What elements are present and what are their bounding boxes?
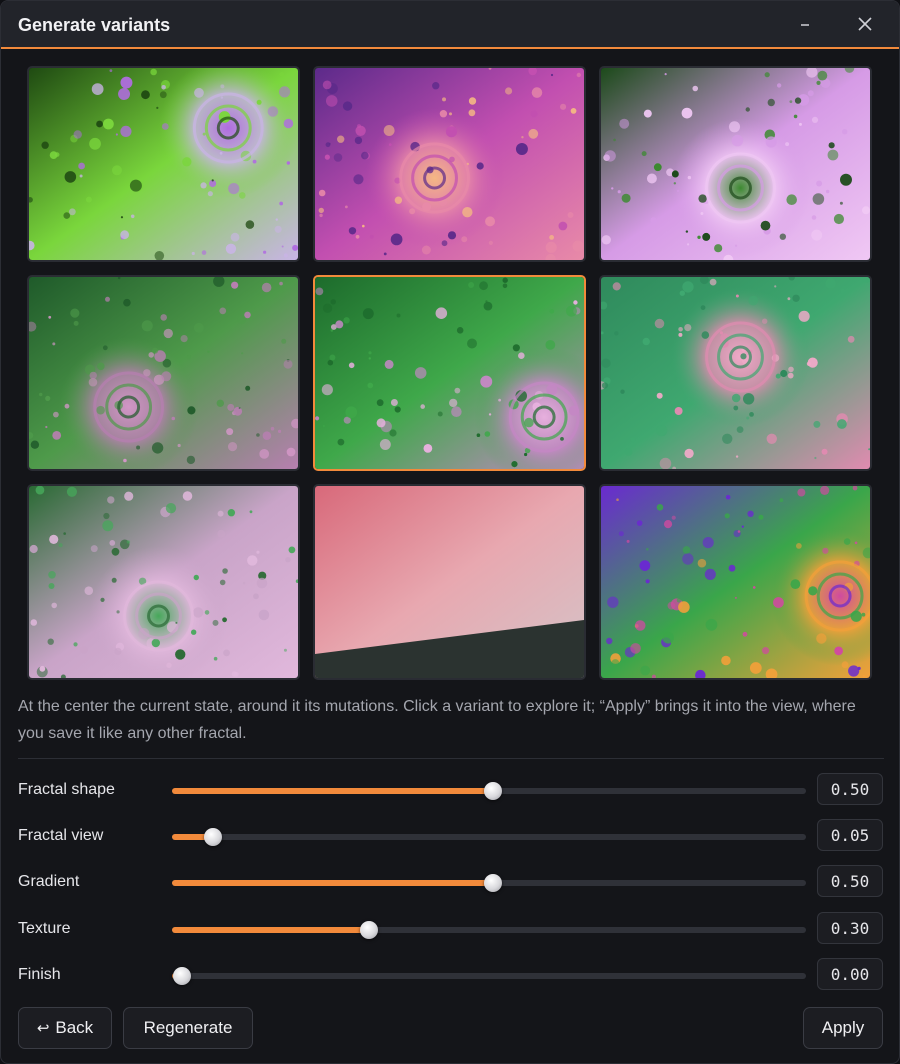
help-text: At the center the current state, around … bbox=[18, 698, 856, 742]
slider-value-field[interactable]: 0.00 bbox=[817, 958, 883, 990]
fractal-preview bbox=[29, 68, 298, 260]
slider-label: Fractal view bbox=[18, 827, 104, 844]
fractal-preview bbox=[315, 486, 584, 678]
minimize-button[interactable] bbox=[790, 9, 820, 39]
slider-row: Fractal view 0.05 bbox=[1, 819, 899, 855]
slider-fill bbox=[172, 788, 493, 794]
fractal-preview bbox=[29, 277, 298, 469]
slider-thumb[interactable] bbox=[173, 967, 191, 985]
slider-fill bbox=[172, 927, 369, 933]
fractal-preview bbox=[601, 486, 870, 678]
slider-row: Finish 0.00 bbox=[1, 958, 899, 994]
slider-value-field[interactable]: 0.30 bbox=[817, 912, 883, 944]
slider-value-field[interactable]: 0.50 bbox=[817, 773, 883, 805]
generate-variants-dialog: Generate variants At the center the curr… bbox=[0, 0, 900, 1064]
slider-row: Gradient 0.50 bbox=[1, 865, 899, 901]
dialog-title: Generate variants bbox=[18, 15, 171, 35]
slider-track[interactable] bbox=[172, 828, 806, 846]
fractal-preview bbox=[29, 486, 298, 678]
minimize-icon bbox=[801, 24, 809, 26]
variant-tile-2[interactable] bbox=[313, 66, 586, 262]
slider-label: Texture bbox=[18, 920, 71, 937]
apply-button[interactable]: Apply bbox=[803, 1007, 883, 1049]
variant-grid bbox=[27, 66, 873, 680]
slider-track[interactable] bbox=[172, 967, 806, 985]
slider-track[interactable] bbox=[172, 782, 806, 800]
slider-thumb[interactable] bbox=[484, 874, 502, 892]
divider bbox=[18, 758, 884, 759]
slider-label: Finish bbox=[18, 966, 61, 983]
variant-tile-8[interactable] bbox=[313, 484, 586, 680]
close-icon bbox=[858, 17, 872, 31]
slider-thumb[interactable] bbox=[204, 828, 223, 846]
variant-tile-5[interactable] bbox=[313, 275, 586, 471]
close-button[interactable] bbox=[850, 9, 880, 39]
variant-tile-7[interactable] bbox=[27, 484, 300, 680]
fractal-preview bbox=[601, 277, 870, 469]
variant-tile-4[interactable] bbox=[27, 275, 300, 471]
regenerate-button[interactable]: Regenerate bbox=[123, 1007, 253, 1049]
fractal-preview bbox=[601, 68, 870, 260]
slider-label: Gradient bbox=[18, 873, 80, 890]
slider-label: Fractal shape bbox=[18, 781, 115, 798]
return-arrow-icon: ↩ bbox=[36, 1020, 50, 1037]
slider-fill bbox=[172, 880, 493, 886]
variant-tile-9[interactable] bbox=[599, 484, 872, 680]
fractal-preview bbox=[315, 68, 584, 260]
apply-button-label: Apply bbox=[821, 1018, 865, 1037]
slider-value-field[interactable]: 0.05 bbox=[817, 819, 883, 851]
slider-value-field[interactable]: 0.50 bbox=[817, 865, 883, 897]
regenerate-button-label: Regenerate bbox=[143, 1018, 233, 1037]
slider-track[interactable] bbox=[172, 921, 806, 939]
back-button-label: Back bbox=[55, 1018, 94, 1037]
slider-thumb[interactable] bbox=[359, 921, 378, 939]
slider-thumb[interactable] bbox=[484, 782, 502, 800]
variant-tile-6[interactable] bbox=[599, 275, 872, 471]
variant-tile-1[interactable] bbox=[27, 66, 300, 262]
slider-row: Texture 0.30 bbox=[1, 912, 899, 948]
back-button[interactable]: ↩ Back bbox=[18, 1007, 112, 1049]
slider-row: Fractal shape 0.50 bbox=[1, 773, 899, 809]
slider-track[interactable] bbox=[172, 874, 806, 892]
variant-tile-3[interactable] bbox=[599, 66, 872, 262]
title-bar: Generate variants bbox=[1, 1, 899, 49]
fractal-preview bbox=[315, 277, 584, 469]
